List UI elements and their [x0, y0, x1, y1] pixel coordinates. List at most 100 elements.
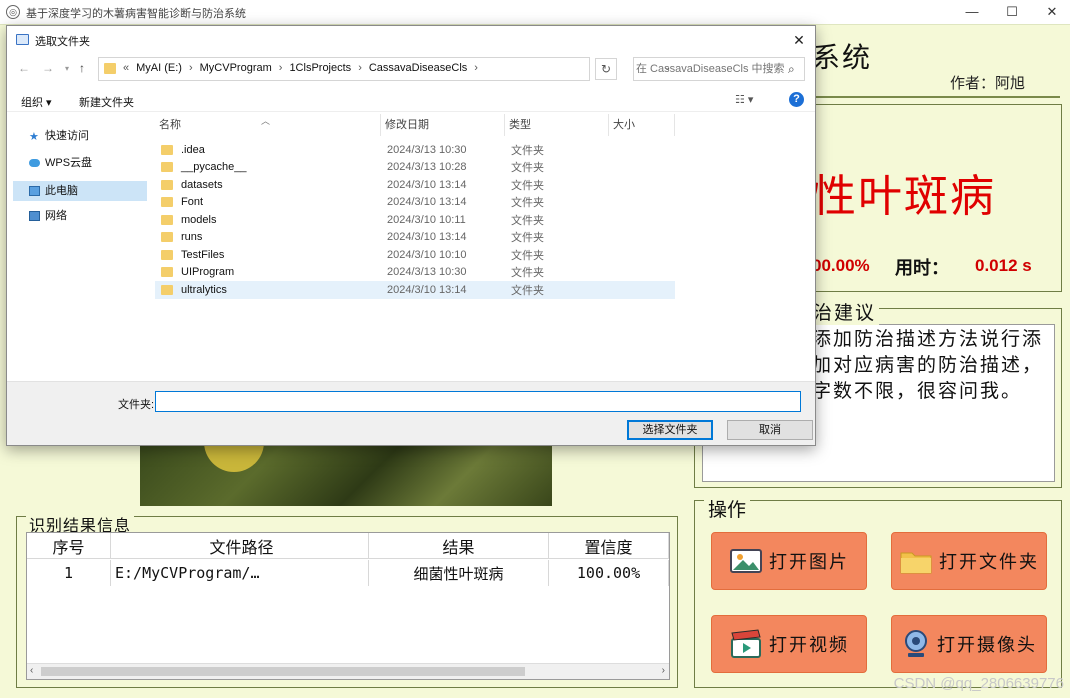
close-button[interactable]: ✕ — [1032, 2, 1070, 22]
nav-item-label: 网络 — [45, 210, 67, 222]
back-arrow-icon[interactable]: ← — [18, 61, 30, 75]
address-folder-icon — [104, 63, 116, 74]
folder-icon — [161, 284, 173, 295]
file-row[interactable]: __pycache__ 2024/3/13 10:28 文件夹 — [155, 159, 675, 177]
folder-field-label: 文件夹: — [118, 399, 155, 411]
table-header-cell[interactable]: 置信度 — [549, 533, 669, 559]
file-row[interactable]: models 2024/3/10 10:11 文件夹 — [155, 211, 675, 229]
select-folder-dialog: 选取文件夹 ✕ ← → ▾ ↑ « MyAI (E:) › MyCVProgram… — [6, 25, 816, 446]
breadcrumb-item[interactable]: CassavaDiseaseCls — [369, 62, 467, 74]
breadcrumb-item[interactable]: 1ClsProjects — [289, 62, 351, 74]
table-cell: 100.00% — [549, 560, 669, 586]
time-value: 0.012 s — [975, 256, 1032, 275]
open-folder-button[interactable]: 打开文件夹 — [891, 532, 1047, 590]
open-image-button[interactable]: 打开图片 — [711, 532, 867, 590]
scroll-right-icon[interactable]: › — [662, 665, 665, 676]
table-header-cell[interactable]: 文件路径 — [111, 533, 369, 559]
breadcrumb-separator-icon[interactable]: › — [279, 62, 283, 74]
advice-text: 添加防治描述方法说行添加对应病害的防治描述，字数不限，很容问我。 — [812, 328, 1044, 402]
organize-menu[interactable]: 组织 ▾ — [21, 94, 52, 110]
file-row[interactable]: datasets 2024/3/10 13:14 文件夹 — [155, 176, 675, 194]
minimize-button[interactable]: — — [952, 2, 992, 22]
breadcrumb-separator-icon[interactable]: › — [358, 62, 362, 74]
table-header-cell[interactable]: 序号 — [27, 533, 111, 559]
open-video-button[interactable]: 打开视频 — [711, 615, 867, 673]
cancel-button[interactable]: 取消 — [727, 420, 813, 440]
folder-icon — [900, 552, 932, 574]
search-icon[interactable]: ⌕ — [788, 62, 795, 77]
breadcrumb-item[interactable]: MyCVProgram — [200, 62, 272, 74]
column-header-size[interactable]: 大小 — [609, 114, 675, 136]
folder-icon — [161, 267, 173, 278]
breadcrumb-separator-icon[interactable]: › — [189, 62, 193, 74]
column-header-date[interactable]: 修改日期 — [381, 114, 505, 136]
nav-item-label: 快速访问 — [45, 130, 89, 142]
table-cell: 细菌性叶斑病 — [369, 560, 549, 586]
breadcrumb-separator-icon[interactable]: › — [474, 62, 478, 74]
maximize-button[interactable]: ☐ — [992, 2, 1032, 22]
file-row[interactable]: runs 2024/3/10 13:14 文件夹 — [155, 229, 675, 247]
network-icon — [29, 211, 40, 221]
video-icon — [731, 629, 761, 658]
search-box[interactable]: ⌕ — [633, 57, 805, 81]
refresh-icon[interactable]: ↻ — [595, 58, 617, 80]
star-icon: ★ — [29, 131, 39, 143]
result-disease-name: 性叶斑病 — [812, 171, 996, 222]
navigation-pane: ★ 快速访问 WPS云盘 此电脑 网络 — [7, 116, 147, 381]
breadcrumb: « MyAI (E:) › MyCVProgram › 1ClsProjects › … — [123, 62, 478, 74]
nav-item-network[interactable]: 网络 — [7, 206, 141, 226]
folder-icon — [161, 249, 173, 260]
open-camera-button[interactable]: 打开摄像头 — [891, 615, 1047, 673]
time-label: 用时： — [895, 258, 949, 279]
watermark: CSDN @qq_2806639776 — [893, 675, 1064, 692]
folder-icon — [161, 179, 173, 190]
horizontal-scrollbar[interactable]: ‹ › — [27, 663, 669, 679]
search-input[interactable] — [636, 60, 784, 78]
breadcrumb-overflow-icon[interactable]: « — [123, 62, 129, 74]
image-icon — [730, 549, 762, 573]
help-icon[interactable]: ? — [789, 92, 804, 107]
scrollbar-thumb[interactable] — [41, 667, 525, 676]
nav-item-quick-access[interactable]: ★ 快速访问 — [7, 126, 141, 146]
dialog-folder-icon — [16, 34, 29, 45]
operations-title: 操作 — [704, 495, 751, 522]
file-row[interactable]: TestFiles 2024/3/10 10:10 文件夹 — [155, 246, 675, 264]
table-row[interactable]: 1 E:/MyCVProgram/… 细菌性叶斑病 100.00% — [27, 560, 669, 586]
file-row[interactable]: UIProgram 2024/3/13 10:30 文件夹 — [155, 264, 675, 282]
column-header-name[interactable]: 名称 ︿ — [155, 114, 381, 136]
view-options-icon[interactable]: ☷ ▾ — [735, 93, 753, 106]
nav-item-label: 此电脑 — [45, 185, 78, 197]
computer-icon — [29, 186, 40, 196]
breadcrumb-item[interactable]: MyAI (E:) — [136, 62, 182, 74]
address-box[interactable]: « MyAI (E:) › MyCVProgram › 1ClsProjects › … — [98, 57, 671, 81]
nav-item-wps-cloud[interactable]: WPS云盘 — [7, 153, 141, 173]
folder-icon — [161, 232, 173, 243]
file-row[interactable]: .idea 2024/3/13 10:30 文件夹 — [155, 141, 675, 159]
forward-arrow-icon[interactable]: → — [42, 61, 54, 75]
column-header-type[interactable]: 类型 — [505, 114, 609, 136]
camera-icon — [905, 630, 927, 657]
result-table[interactable]: 序号 文件路径 结果 置信度 1 E:/MyCVProgram/… 细菌性叶斑病… — [26, 532, 670, 680]
cloud-icon — [29, 159, 40, 167]
open-folder-label: 打开文件夹 — [939, 552, 1039, 573]
select-folder-button[interactable]: 选择文件夹 — [627, 420, 713, 440]
recent-chevron-icon[interactable]: ▾ — [65, 64, 69, 73]
file-row[interactable]: Font 2024/3/10 13:14 文件夹 — [155, 194, 675, 212]
app-titlebar: ◎ 基于深度学习的木薯病害智能诊断与防治系统 — ☐ ✕ — [0, 0, 1070, 25]
table-header-cell[interactable]: 结果 — [369, 533, 549, 559]
folder-icon — [161, 197, 173, 208]
folder-icon — [161, 162, 173, 173]
file-row[interactable]: ultralytics 2024/3/10 13:14 文件夹 — [155, 281, 675, 299]
author-label: 作者：阿旭 — [950, 74, 1026, 92]
folder-field[interactable] — [155, 391, 801, 412]
advice-title: 治建议 — [810, 298, 880, 325]
scroll-left-icon[interactable]: ‹ — [30, 665, 33, 676]
dialog-titlebar: 选取文件夹 ✕ — [7, 26, 815, 54]
app-header-title: 系统 — [812, 41, 873, 74]
nav-item-this-pc[interactable]: 此电脑 — [13, 181, 147, 201]
up-arrow-icon[interactable]: ↑ — [79, 61, 85, 75]
sort-up-icon: ︿ — [261, 116, 271, 126]
open-video-label: 打开视频 — [769, 635, 849, 656]
dialog-close-button[interactable]: ✕ — [789, 30, 809, 50]
new-folder-button[interactable]: 新建文件夹 — [79, 94, 134, 110]
